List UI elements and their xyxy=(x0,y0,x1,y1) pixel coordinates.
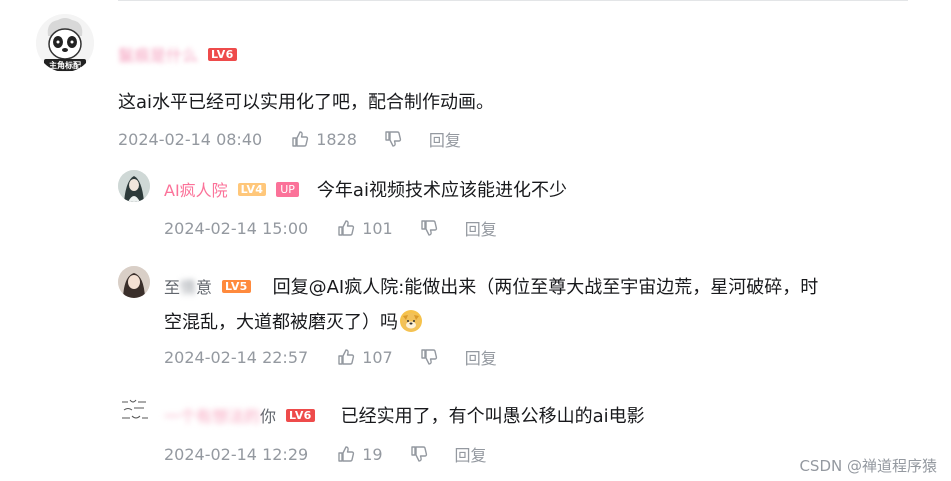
comment-content: 今年ai视频技术应该能进化不少 xyxy=(316,180,567,201)
avatar[interactable] xyxy=(118,266,150,298)
avatar[interactable] xyxy=(118,170,150,202)
comment-content: 已经实用了，有个叫愚公移山的ai电影 xyxy=(340,406,645,427)
comment-meta: 2024-02-14 15:00 101 回复 xyxy=(164,216,497,240)
person-avatar-icon xyxy=(118,266,150,298)
reply-prefix: 回复 xyxy=(272,277,309,298)
thumbs-down-icon xyxy=(410,446,427,462)
reply-button[interactable]: 回复 xyxy=(455,442,487,466)
reply-button[interactable]: 回复 xyxy=(429,127,461,151)
top-divider xyxy=(118,0,908,1)
dislike-button[interactable] xyxy=(409,444,429,464)
like-count: 101 xyxy=(362,218,393,238)
like-count: 19 xyxy=(362,444,383,464)
thumbs-down-icon xyxy=(385,131,402,147)
like-button[interactable]: 107 xyxy=(336,347,393,367)
reply-button[interactable]: 回复 xyxy=(465,216,497,240)
like-count: 107 xyxy=(362,347,393,367)
thumbs-down-icon xyxy=(421,220,437,236)
comment-meta: 2024-02-14 12:29 19 回复 xyxy=(164,442,487,466)
username-part: 一个有想法的 xyxy=(164,407,261,426)
mention-link[interactable]: @AI疯人院 xyxy=(309,273,399,299)
comment-content-line2: 空混乱，大道都被磨灭了）吗 xyxy=(164,308,422,334)
doge-emoji-icon xyxy=(400,310,422,332)
dislike-button[interactable] xyxy=(383,129,403,149)
comment-content: 这ai水平已经可以实用化了吧，配合制作动画。 xyxy=(118,92,495,113)
username-part: 至 xyxy=(164,278,181,297)
username[interactable]: 鬣痕是什么 xyxy=(118,42,198,66)
comment-time: 2024-02-14 15:00 xyxy=(164,218,309,238)
dislike-button[interactable] xyxy=(419,347,439,367)
comment-header: 至情意 LV5 回复 @AI疯人院 :能做出来（两位至尊大战至宇宙边荒，星河破碎… xyxy=(164,273,818,299)
like-button[interactable]: 1828 xyxy=(290,129,357,149)
like-button[interactable]: 19 xyxy=(336,444,383,464)
level-badge: LV5 xyxy=(222,279,251,293)
username[interactable]: 一个有想法的你 xyxy=(164,403,276,427)
handwriting-avatar-icon xyxy=(118,394,154,430)
up-badge: UP xyxy=(276,181,299,197)
thumbs-up-icon xyxy=(338,349,355,365)
reply-button[interactable]: 回复 xyxy=(465,345,497,369)
avatar[interactable]: 主角标配 xyxy=(36,14,94,72)
comment-header: AI疯人院 LV4 UP 今年ai视频技术应该能进化不少 xyxy=(164,176,567,202)
comment-time: 2024-02-14 22:57 xyxy=(164,347,309,367)
thumbs-down-icon xyxy=(421,349,437,365)
comment-time: 2024-02-14 08:40 xyxy=(118,129,263,149)
avatar[interactable] xyxy=(118,394,154,430)
comment-header: 一个有想法的你 LV6 已经实用了，有个叫愚公移山的ai电影 xyxy=(164,402,645,428)
like-button[interactable]: 101 xyxy=(336,218,393,238)
username[interactable]: AI疯人院 xyxy=(164,177,228,201)
comment-content-line1: :能做出来（两位至尊大战至宇宙边荒，星河破碎，时 xyxy=(398,277,819,298)
username-part: 你 xyxy=(260,407,277,426)
like-count: 1828 xyxy=(316,129,357,149)
thumbs-up-icon xyxy=(338,220,355,236)
watermark: CSDN @禅道程序猿 xyxy=(799,457,937,475)
dislike-button[interactable] xyxy=(419,218,439,238)
thumbs-up-icon xyxy=(338,446,355,462)
thumbs-up-icon xyxy=(292,131,309,147)
level-badge: LV6 xyxy=(286,408,315,422)
username[interactable]: 至情意 xyxy=(164,274,212,298)
level-badge: LV4 xyxy=(237,182,267,196)
comment-header: 鬣痕是什么 LV6 xyxy=(118,42,237,66)
comment-time: 2024-02-14 12:29 xyxy=(164,444,309,464)
avatar-label: 主角标配 xyxy=(49,61,81,70)
username-part: 意 xyxy=(196,278,213,297)
level-badge: LV6 xyxy=(208,47,237,61)
person-avatar-icon xyxy=(118,170,150,202)
comment-meta: 2024-02-14 22:57 107 回复 xyxy=(164,345,497,369)
username-part: 情 xyxy=(180,278,197,297)
comment-meta: 2024-02-14 08:40 1828 回复 xyxy=(118,127,461,151)
comment-content: 空混乱，大道都被磨灭了）吗 xyxy=(164,312,398,333)
